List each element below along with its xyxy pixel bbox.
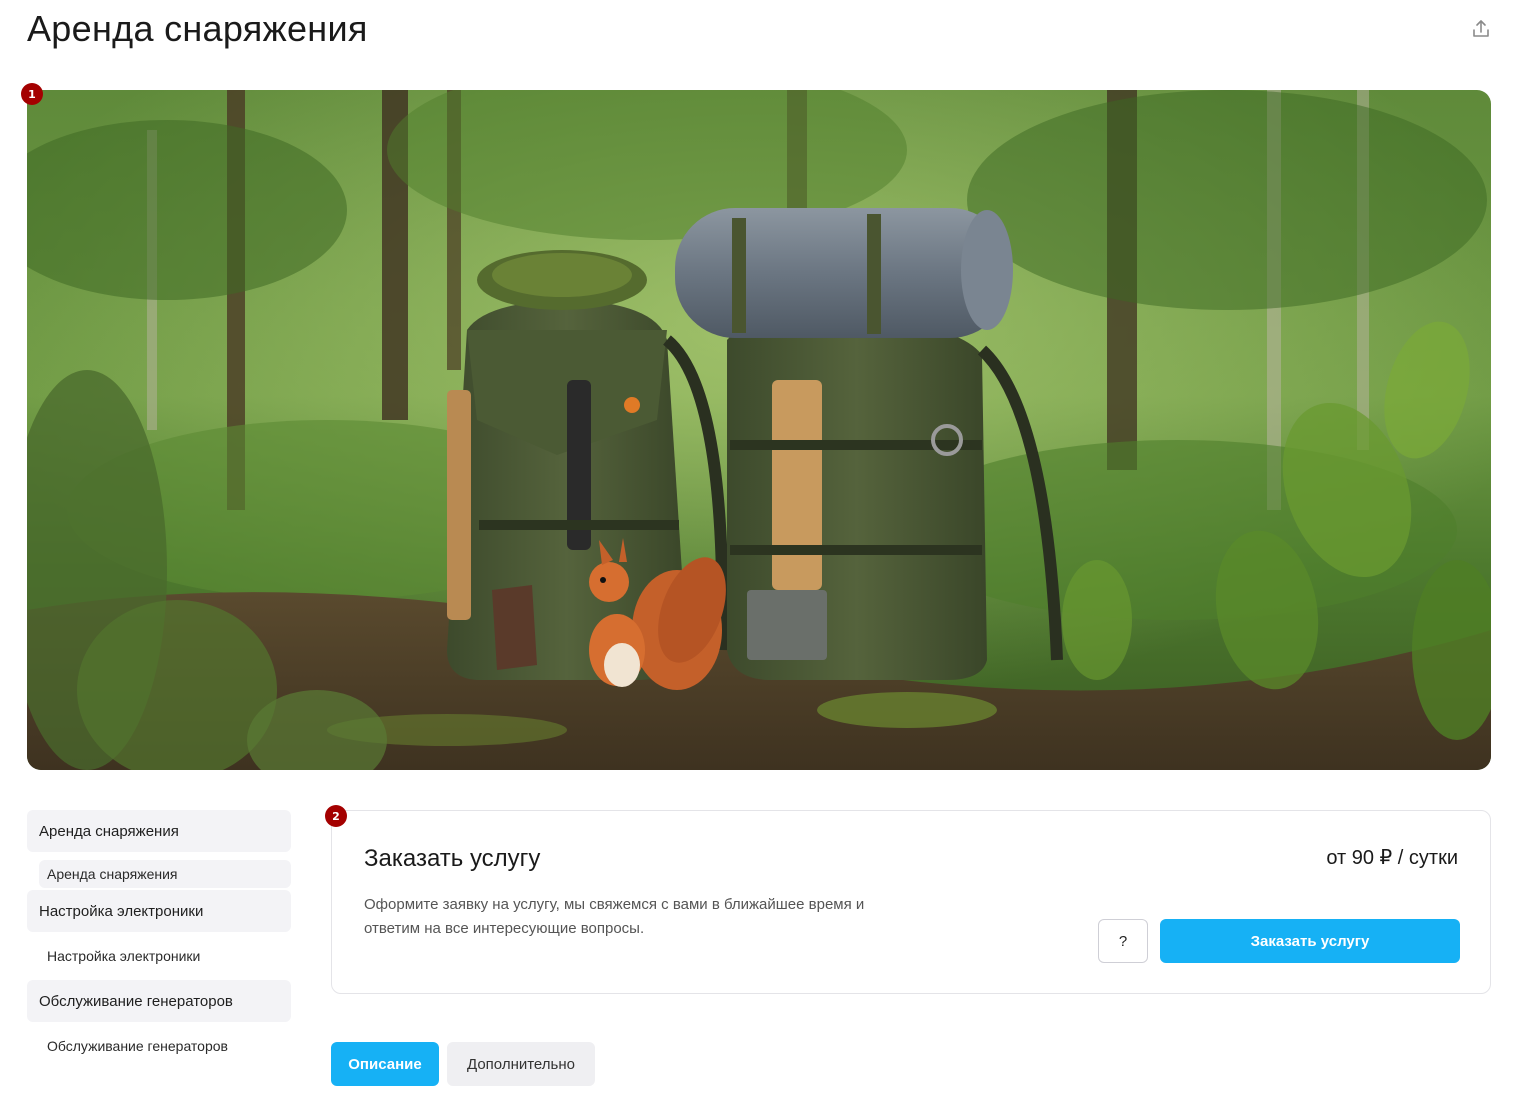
service-title: Заказать услугу (364, 845, 541, 872)
sidebar-item-electronics-setup[interactable]: Настройка электроники (39, 942, 291, 970)
sidebar-group-electronics-setup[interactable]: Настройка электроники (27, 890, 291, 932)
tab-description[interactable]: Описание (331, 1042, 439, 1086)
service-description: Оформите заявку на услугу, мы свяжемся с… (364, 896, 865, 937)
share-upload-icon (1473, 20, 1489, 37)
order-service-button[interactable]: Заказать услугу (1160, 919, 1460, 963)
share-button[interactable] (1468, 16, 1494, 42)
hero-image (27, 90, 1491, 770)
sidebar-group-equipment-rental[interactable]: Аренда снаряжения (27, 810, 291, 852)
sidebar-item-equipment-rental[interactable]: Аренда снаряжения (39, 860, 291, 888)
service-price: от 90 ₽ / сутки (1326, 847, 1458, 869)
service-order-card: Заказать услугу от 90 ₽ / сутки Оформите… (331, 810, 1491, 994)
page-title: Аренда снаряжения (27, 8, 368, 49)
sidebar-item-generator-service[interactable]: Обслуживание генераторов (39, 1032, 291, 1060)
tab-additional[interactable]: Дополнительно (447, 1042, 595, 1086)
sidebar: Аренда снаряжения Аренда снаряжения Наст… (27, 810, 291, 1060)
annotation-marker-2: 2 (325, 805, 347, 827)
sidebar-group-generator-service[interactable]: Обслуживание генераторов (27, 980, 291, 1022)
content-tabs: Описание Дополнительно (331, 1042, 595, 1086)
help-button[interactable]: ? (1098, 919, 1148, 963)
annotation-marker-1: 1 (21, 83, 43, 105)
page: Аренда снаряжения 1 Аренда снаряжения Ар… (0, 0, 1516, 1099)
